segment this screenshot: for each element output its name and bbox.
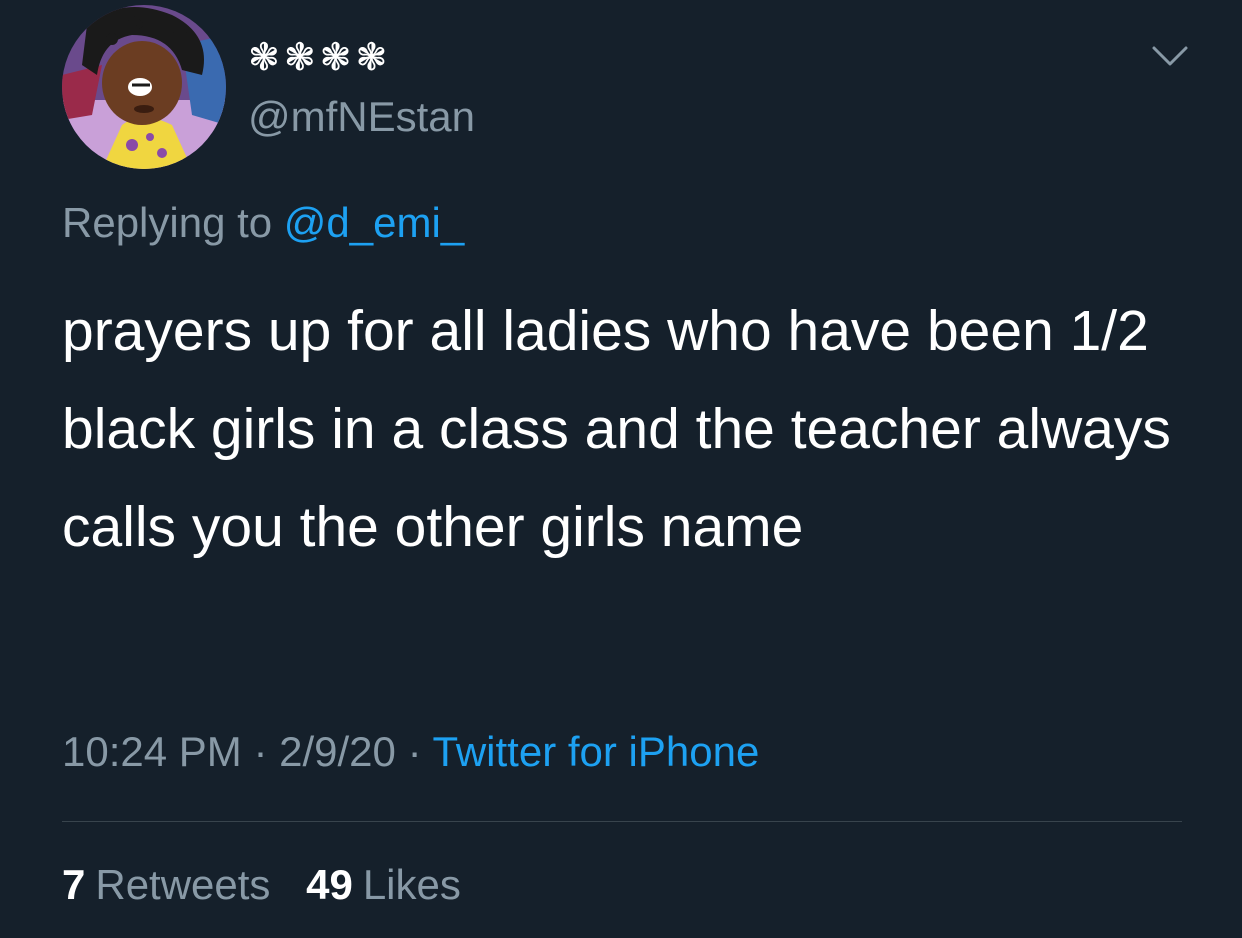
tweet-time: 10:24 PM	[62, 728, 242, 775]
meta-separator: ·	[407, 728, 422, 775]
chevron-down-icon[interactable]	[1150, 40, 1190, 72]
replying-to-label: Replying to	[62, 199, 273, 246]
retweets-stat[interactable]: 7 Retweets	[62, 861, 270, 908]
avatar-image	[62, 5, 226, 169]
meta-separator: ·	[253, 728, 268, 775]
retweets-count: 7	[62, 861, 86, 908]
user-handle[interactable]: @mfNEstan	[248, 93, 475, 141]
tweet-meta: 10:24 PM · 2/9/20 · Twitter for iPhone	[62, 727, 759, 777]
tweet-stats: 7 Retweets 49 Likes	[62, 860, 485, 910]
divider	[62, 821, 1182, 822]
retweets-label: Retweets	[95, 861, 271, 908]
tweet-card: ❃❃❃❃ @mfNEstan Replying to @d_emi_ praye…	[0, 0, 1242, 938]
reply-mention-link[interactable]: @d_emi_	[284, 199, 464, 246]
likes-stat[interactable]: 49 Likes	[306, 861, 461, 908]
likes-label: Likes	[362, 861, 461, 908]
tweet-date: 2/9/20	[279, 728, 396, 775]
replying-to: Replying to @d_emi_	[62, 198, 464, 248]
avatar[interactable]	[62, 5, 226, 169]
tweet-text: prayers up for all ladies who have been …	[62, 299, 1171, 559]
display-name[interactable]: ❃❃❃❃	[248, 36, 391, 80]
likes-count: 49	[306, 861, 353, 908]
tweet-source-link[interactable]: Twitter for iPhone	[433, 728, 760, 775]
